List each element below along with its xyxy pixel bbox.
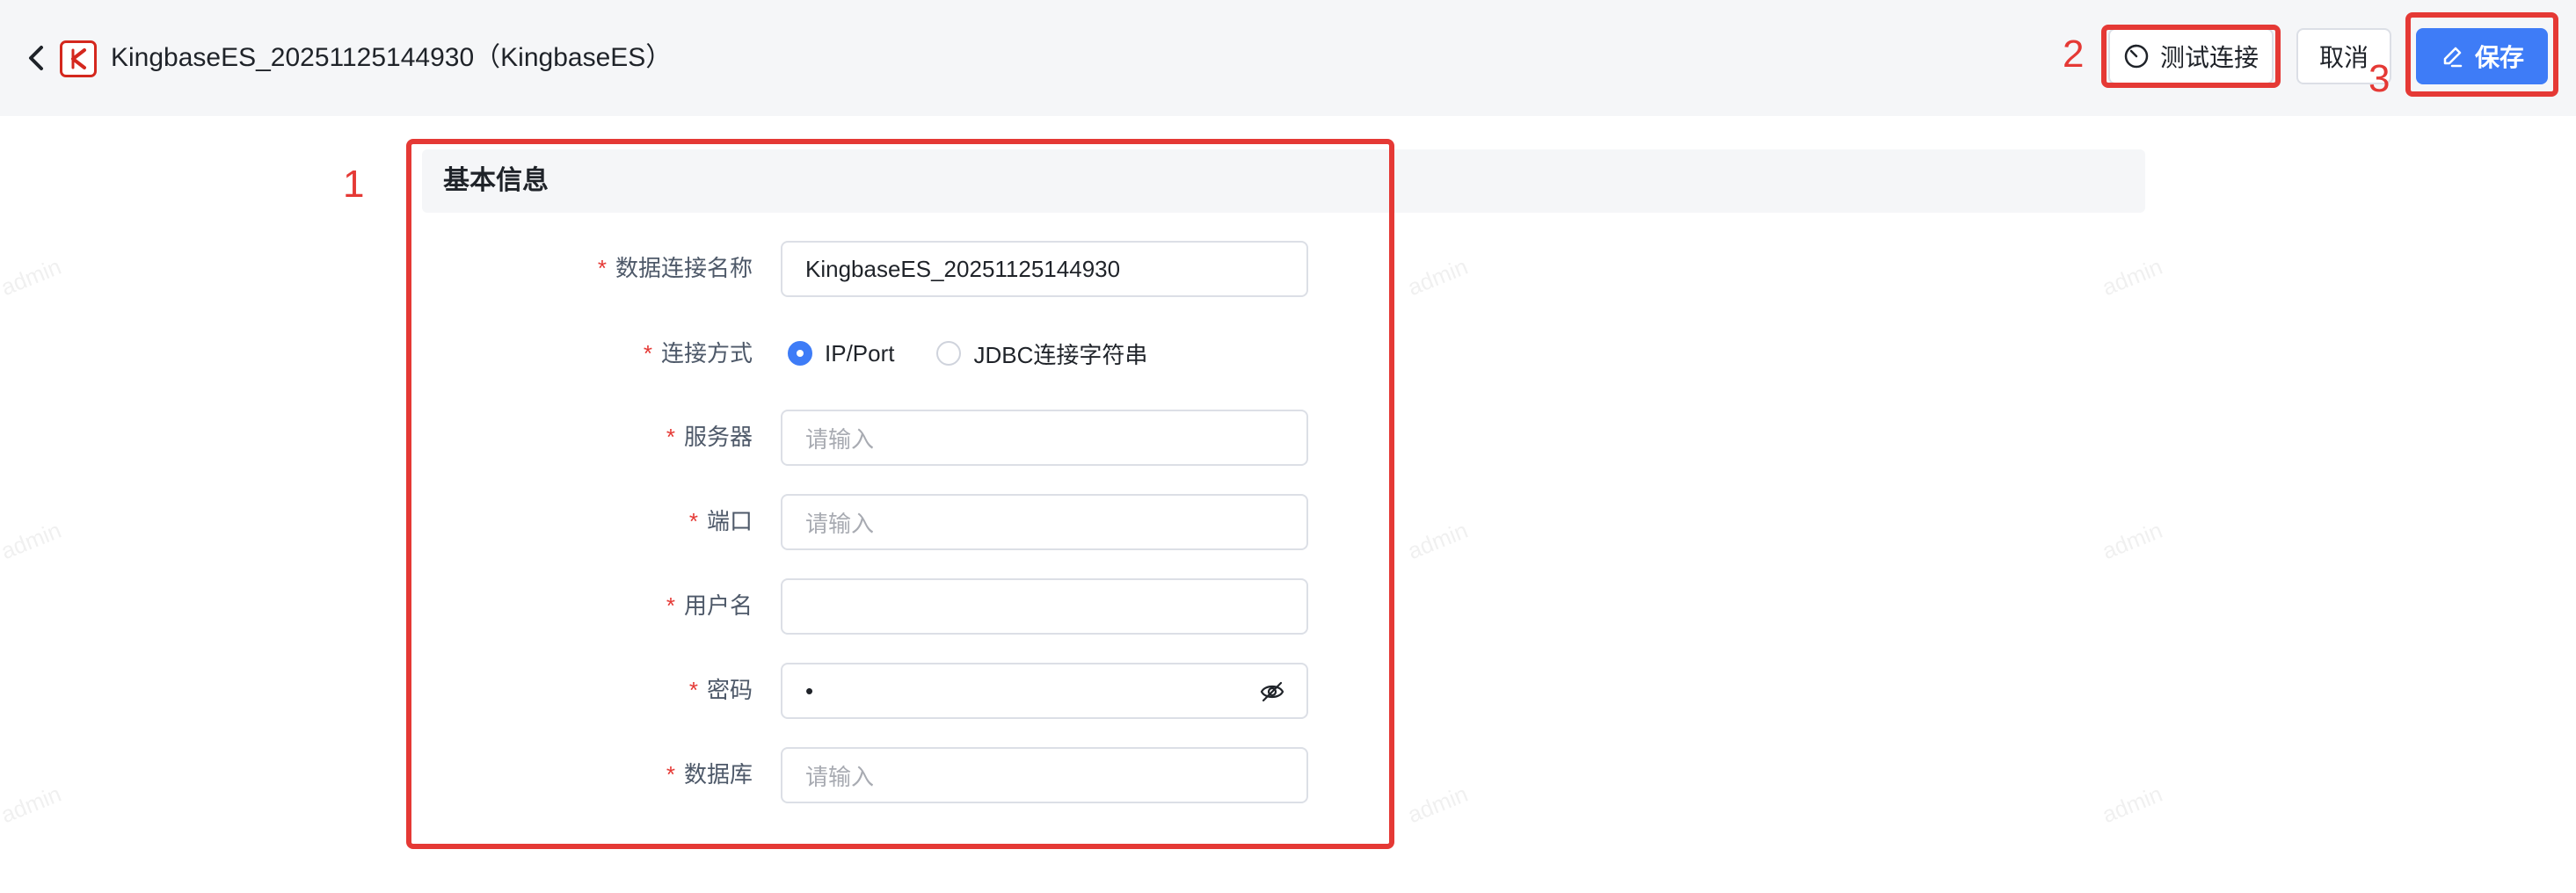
watermark: admin xyxy=(2098,252,2166,301)
connection-name-input[interactable]: KingbaseES_20251125144930 xyxy=(781,241,1308,297)
radio-jdbc-label: JDBC连接字符串 xyxy=(973,341,1148,368)
section-header xyxy=(422,149,2145,213)
server-label-text: 服务器 xyxy=(683,424,753,450)
section-title: 基本信息 xyxy=(443,166,549,195)
watermark: admin xyxy=(1403,516,1472,565)
page-header: KingbaseES_20251125144930（KingbaseES） 测试… xyxy=(0,0,2576,116)
password-value: • xyxy=(805,677,814,704)
kingbase-logo-icon xyxy=(60,40,97,77)
password-label: * 密码 xyxy=(689,674,753,706)
username-label: * 用户名 xyxy=(666,590,753,621)
connection-mode-radio-group: IP/Port JDBC连接字符串 xyxy=(788,336,1190,371)
server-placeholder: 请输入 xyxy=(805,425,875,453)
required-mark: * xyxy=(666,761,675,788)
watermark: admin xyxy=(1403,252,1472,301)
watermark: admin xyxy=(1403,780,1472,829)
radio-unchecked-icon xyxy=(936,341,962,366)
annotation-number-2: 2 xyxy=(2063,33,2085,76)
back-button[interactable] xyxy=(21,40,51,76)
save-label: 保存 xyxy=(2474,44,2524,71)
edit-icon xyxy=(2443,47,2463,68)
required-mark: * xyxy=(597,255,607,281)
database-input[interactable]: 请输入 xyxy=(781,747,1308,803)
required-mark: * xyxy=(666,592,675,619)
port-label-text: 端口 xyxy=(706,508,753,534)
port-label: * 端口 xyxy=(689,505,753,537)
annotation-number-3: 3 xyxy=(2369,57,2390,100)
save-button[interactable]: 保存 xyxy=(2416,28,2548,84)
password-input[interactable]: • xyxy=(781,663,1308,719)
test-connection-icon xyxy=(2124,44,2149,69)
database-placeholder: 请输入 xyxy=(805,763,875,790)
eye-off-icon[interactable] xyxy=(1259,680,1285,703)
database-label-text: 数据库 xyxy=(683,761,753,788)
database-label: * 数据库 xyxy=(666,759,753,790)
password-label-text: 密码 xyxy=(706,677,753,703)
radio-checked-icon xyxy=(788,341,812,366)
required-mark: * xyxy=(666,424,675,450)
page-title: KingbaseES_20251125144930（KingbaseES） xyxy=(111,43,673,72)
radio-jdbc[interactable]: JDBC连接字符串 xyxy=(936,338,1147,370)
watermark: admin xyxy=(2098,516,2166,565)
username-input[interactable] xyxy=(781,578,1308,635)
mode-label: * 连接方式 xyxy=(644,338,753,369)
watermark: admin xyxy=(2098,780,2166,829)
watermark: admin xyxy=(0,252,65,301)
required-mark: * xyxy=(688,677,698,703)
username-label-text: 用户名 xyxy=(683,592,753,619)
connection-name-value: KingbaseES_20251125144930 xyxy=(805,255,1121,282)
annotation-number-1: 1 xyxy=(343,163,365,206)
server-input[interactable]: 请输入 xyxy=(781,410,1308,466)
test-connection-button[interactable]: 测试连接 xyxy=(2108,28,2274,84)
radio-ip-port-label: IP/Port xyxy=(825,339,895,367)
name-label: * 数据连接名称 xyxy=(598,252,753,284)
radio-ip-port[interactable]: IP/Port xyxy=(788,340,894,367)
port-input[interactable]: 请输入 xyxy=(781,494,1308,550)
chevron-left-icon xyxy=(29,46,43,70)
required-mark: * xyxy=(643,340,652,367)
required-mark: * xyxy=(688,508,698,534)
mode-label-text: 连接方式 xyxy=(660,340,753,367)
watermark: admin xyxy=(0,516,65,565)
name-label-text: 数据连接名称 xyxy=(615,255,753,281)
watermark: admin xyxy=(0,780,65,829)
server-label: * 服务器 xyxy=(666,421,753,453)
test-connection-label: 测试连接 xyxy=(2159,44,2259,71)
port-placeholder: 请输入 xyxy=(805,510,875,537)
